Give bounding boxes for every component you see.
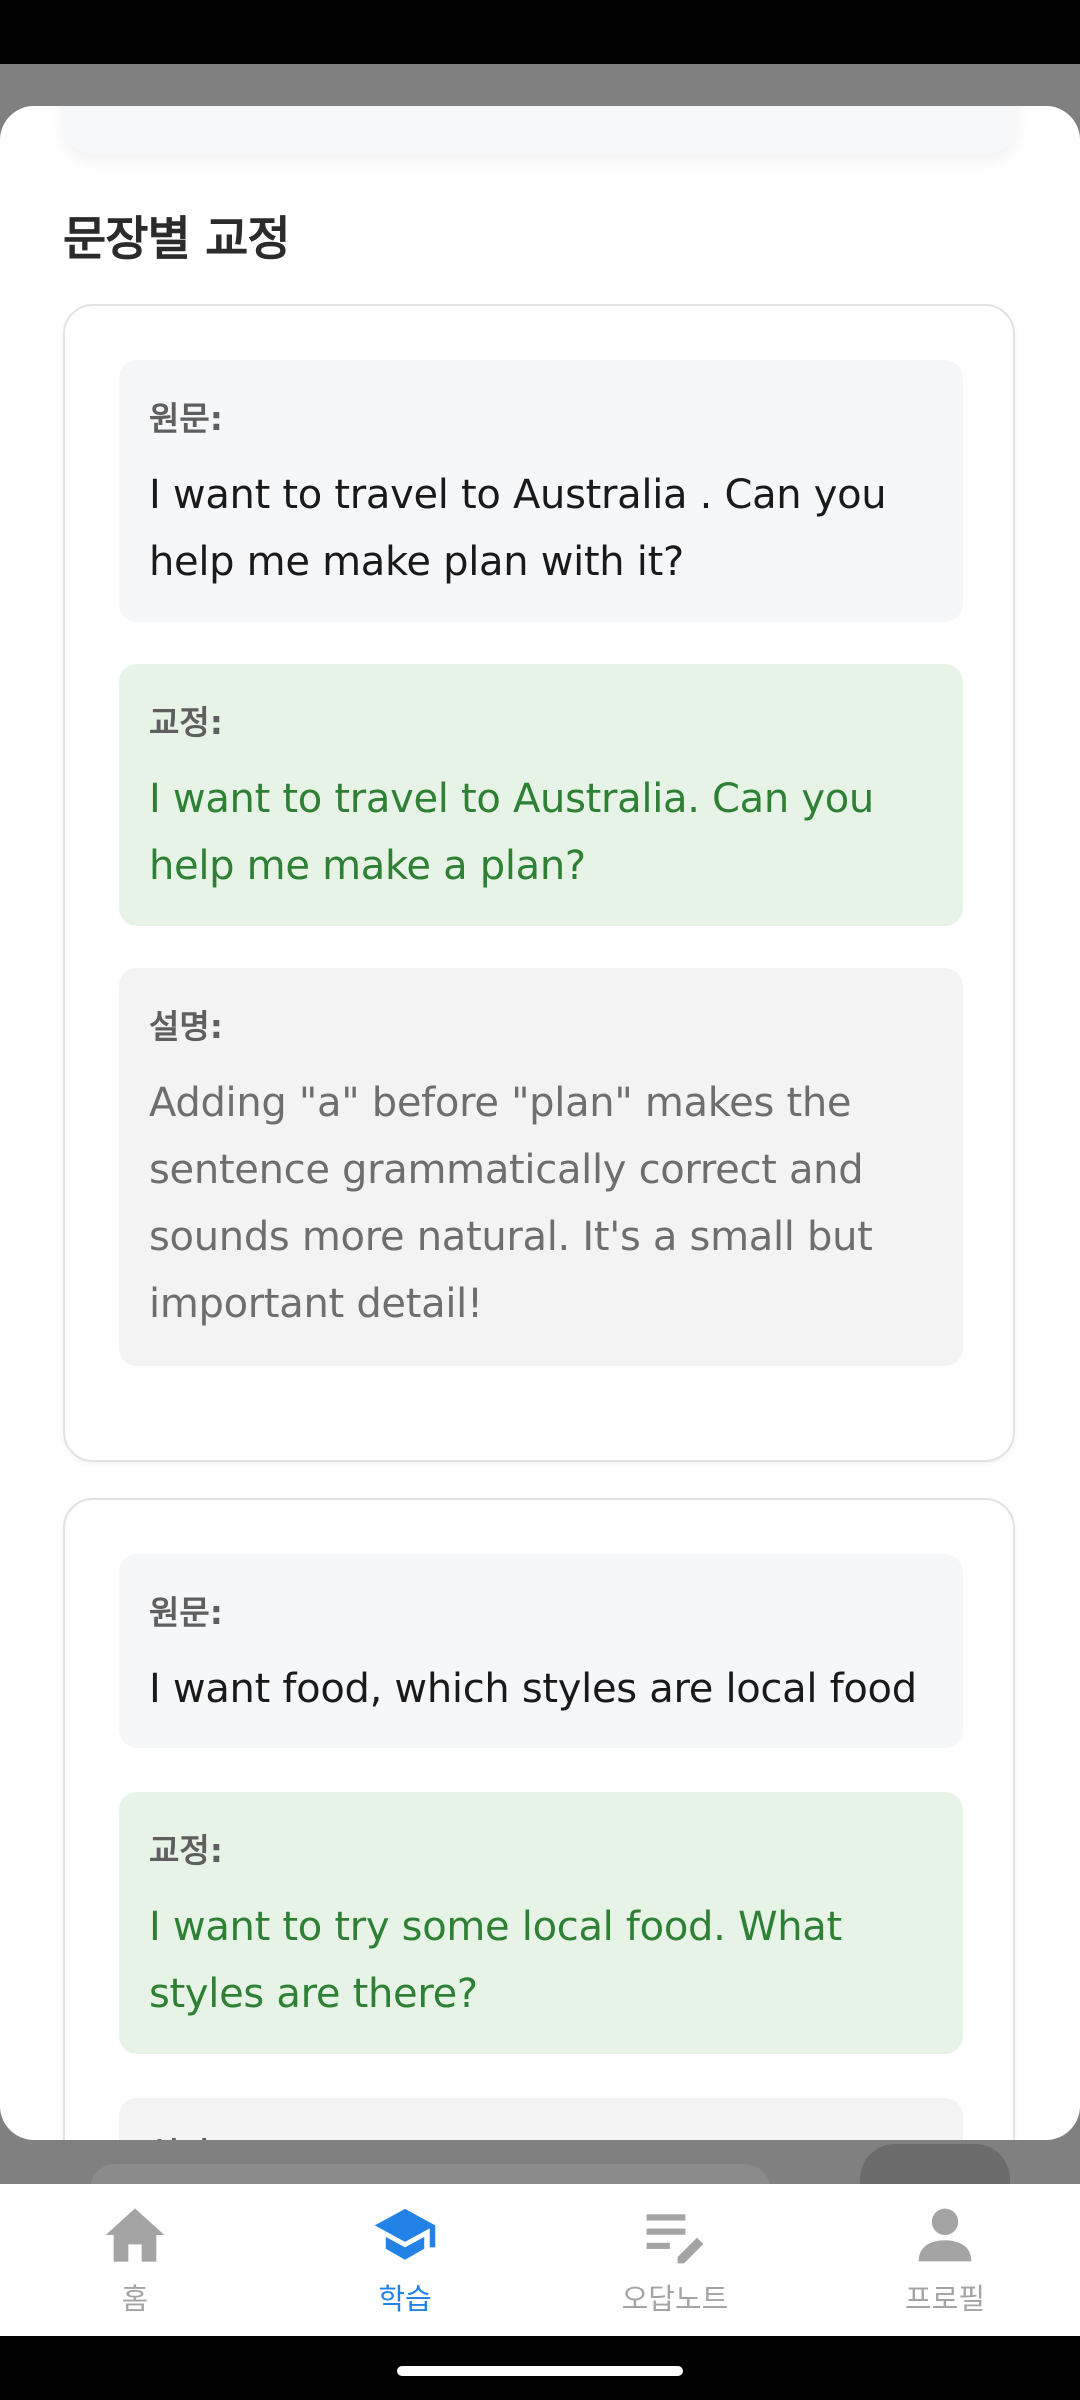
- original-label: 원문:: [149, 1593, 223, 1632]
- corrected-label: 교정:: [149, 1831, 223, 1870]
- corrected-text: I want to try some local food. What styl…: [149, 1904, 842, 2017]
- explanation-box: 설명: Adding "a" before "plan" makes the s…: [119, 968, 963, 1366]
- original-sentence-box: 원문: I want food, which styles are local …: [119, 1554, 963, 1748]
- correction-card: 원문: I want to travel to Australia . Can …: [63, 304, 1015, 1462]
- status-bar: [0, 0, 1080, 64]
- explanation-text: Adding "a" before "plan" makes the sente…: [149, 1080, 873, 1327]
- edit-note-icon: [642, 2202, 708, 2268]
- nav-label-wrong-answers: 오답노트: [621, 2282, 729, 2316]
- corrected-label: 교정:: [149, 703, 223, 742]
- nav-label-profile: 프로필: [904, 2282, 986, 2316]
- original-text: I want to travel to Australia . Can you …: [149, 472, 887, 585]
- graduation-cap-icon: [372, 2202, 438, 2268]
- section-title: 문장별 교정: [63, 212, 291, 267]
- correction-card: 원문: I want food, which styles are local …: [63, 1498, 1015, 2140]
- nav-label-learning: 학습: [378, 2282, 432, 2316]
- nav-item-profile[interactable]: 프로필: [810, 2184, 1080, 2336]
- nav-item-learning[interactable]: 학습: [270, 2184, 540, 2336]
- person-icon: [912, 2202, 978, 2268]
- nav-item-home[interactable]: 홈: [0, 2184, 270, 2336]
- explanation-label: 설명:: [149, 2128, 933, 2140]
- original-sentence-box: 원문: I want to travel to Australia . Can …: [119, 360, 963, 622]
- previous-card-edge: [62, 106, 1018, 154]
- nav-item-wrong-answers[interactable]: 오답노트: [540, 2184, 810, 2336]
- explanation-box: 설명:: [119, 2098, 963, 2140]
- home-icon: [102, 2202, 168, 2268]
- corrected-sentence-box: 교정: I want to travel to Australia. Can y…: [119, 664, 963, 926]
- correction-sheet[interactable]: 문장별 교정 원문: I want to travel to Australia…: [0, 106, 1080, 2140]
- home-indicator[interactable]: [397, 2366, 683, 2376]
- corrected-text: I want to travel to Australia. Can you h…: [149, 776, 874, 889]
- original-text: I want food, which styles are local food: [149, 1666, 917, 1712]
- original-label: 원문:: [149, 399, 223, 438]
- corrected-sentence-box: 교정: I want to try some local food. What …: [119, 1792, 963, 2054]
- bottom-navigation: 홈 학습 오답노트 프로필: [0, 2184, 1080, 2336]
- screen: 문장별 교정 원문: I want to travel to Australia…: [0, 0, 1080, 2400]
- system-navigation-area: [0, 2336, 1080, 2400]
- nav-label-home: 홈: [121, 2282, 149, 2316]
- explanation-label: 설명:: [149, 1007, 223, 1046]
